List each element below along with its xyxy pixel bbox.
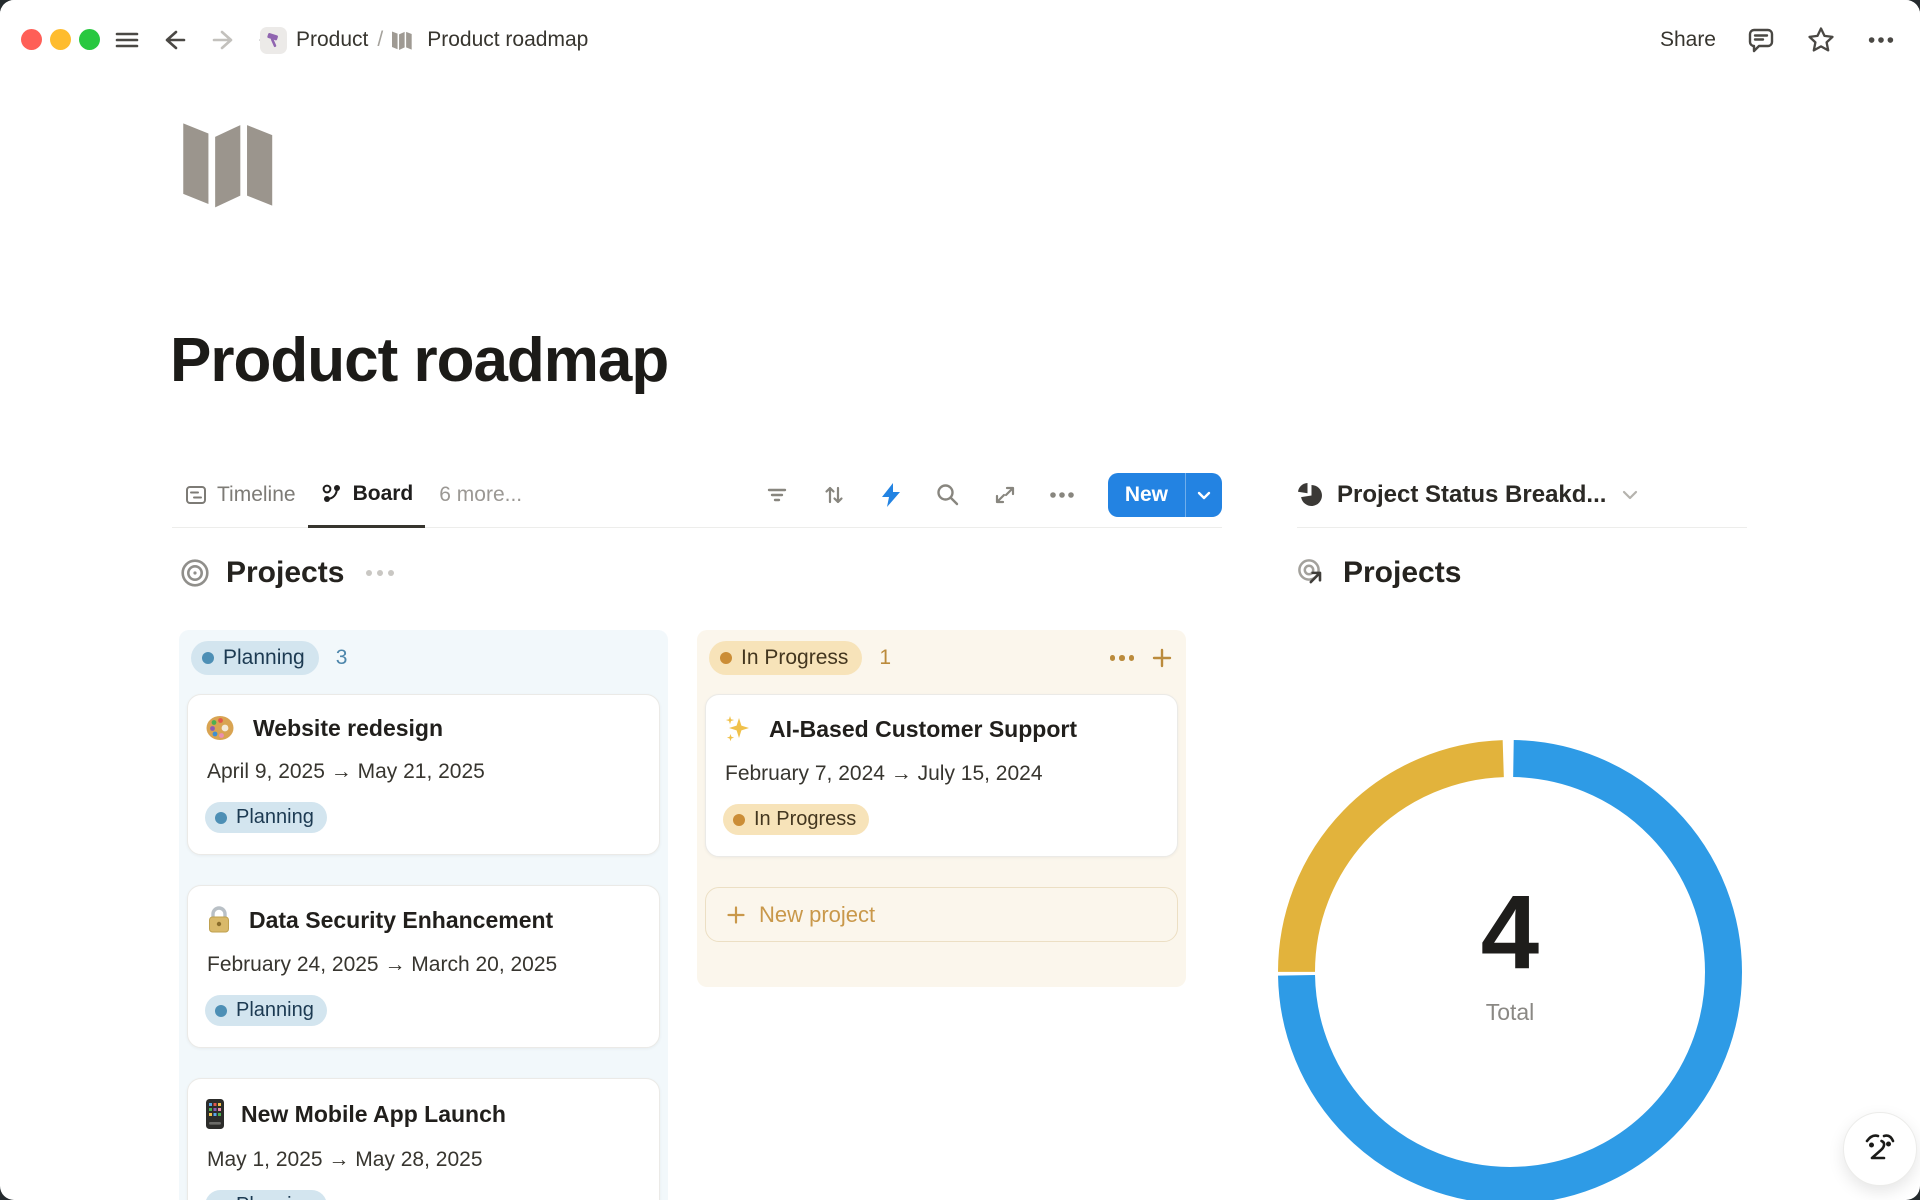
target-arrow-icon [1297, 558, 1327, 588]
card-status-badge: In Progress [723, 804, 869, 835]
chevron-down-icon[interactable] [1620, 485, 1640, 505]
card-status-badge: Planning [205, 1190, 327, 1200]
card-title: New Mobile App Launch [241, 1101, 506, 1128]
board-db-title[interactable]: Projects [226, 556, 344, 590]
timeline-icon [184, 483, 208, 507]
donut-center: 4 Total [1270, 880, 1750, 1026]
pie-chart-icon [1297, 482, 1323, 508]
search-icon[interactable] [933, 480, 963, 510]
status-badge-planning[interactable]: Planning [191, 641, 319, 675]
board-column-in-progress: In Progress 1 AI-Based Customer Support … [697, 630, 1186, 987]
new-button-dropdown[interactable] [1185, 473, 1222, 517]
close-window-button[interactable] [21, 29, 42, 50]
card-status-badge: Planning [205, 802, 327, 833]
card-title: AI-Based Customer Support [769, 716, 1077, 743]
page-icon-map[interactable] [180, 115, 304, 209]
status-dot [720, 652, 732, 664]
plus-icon [726, 905, 746, 925]
column-add-icon[interactable] [1150, 646, 1174, 670]
card-dates: May 1, 2025 → May 28, 2025 [205, 1148, 642, 1172]
zoom-window-button[interactable] [79, 29, 100, 50]
back-arrow-icon[interactable] [160, 25, 190, 55]
board-column-planning: Planning 3 Website redesign April 9, 202… [179, 630, 668, 1200]
share-button[interactable]: Share [1660, 28, 1716, 52]
card-title: Data Security Enhancement [249, 907, 553, 934]
sort-icon[interactable] [819, 480, 849, 510]
palette-icon [205, 714, 237, 742]
project-card-data-security[interactable]: Data Security Enhancement February 24, 2… [187, 885, 660, 1048]
page-title: Product roadmap [170, 325, 668, 396]
chart-block-header[interactable]: Project Status Breakd... [1297, 462, 1747, 528]
minimize-window-button[interactable] [50, 29, 71, 50]
donut-total-value: 4 [1270, 880, 1750, 985]
breadcrumb-separator: / [377, 28, 383, 52]
breadcrumb: Product / Product roadmap [260, 0, 588, 80]
favorite-star-icon[interactable] [1806, 25, 1836, 55]
hammer-icon [265, 32, 282, 49]
more-options-icon[interactable] [1866, 25, 1896, 55]
sidebar-menu-icon[interactable] [112, 25, 142, 55]
project-card-ai-support[interactable]: AI-Based Customer Support February 7, 20… [705, 694, 1178, 857]
target-icon [180, 558, 210, 588]
card-status-badge: Planning [205, 995, 327, 1026]
donut-total-label: Total [1270, 999, 1750, 1026]
card-dates: February 24, 2025 → March 20, 2025 [205, 953, 642, 977]
lock-icon [205, 905, 233, 935]
view-options-icon[interactable] [1047, 480, 1077, 510]
notion-ai-button[interactable] [1843, 1112, 1917, 1186]
board-icon [320, 482, 344, 506]
chart-block-title: Project Status Breakd... [1337, 481, 1606, 509]
card-dates: February 7, 2024 → July 15, 2024 [723, 762, 1160, 786]
column-count: 3 [336, 646, 348, 670]
chevron-down-icon [1196, 487, 1212, 503]
column-more-icon[interactable] [1110, 655, 1135, 661]
breadcrumb-teamspace[interactable]: Product [296, 28, 368, 52]
teamspace-icon[interactable] [260, 27, 287, 54]
tab-board[interactable]: Board [308, 462, 426, 528]
sparkles-icon [723, 714, 753, 744]
notion-window: Product / Product roadmap Share [0, 0, 1920, 1200]
board-section-header: Projects [180, 556, 394, 590]
automations-lightning-icon[interactable] [876, 480, 906, 510]
face-icon [1859, 1128, 1901, 1170]
project-card-mobile-app[interactable]: New Mobile App Launch May 1, 2025 → May … [187, 1078, 660, 1200]
chart-source-title[interactable]: Projects [1343, 556, 1461, 590]
chart-source-header: Projects [1297, 556, 1461, 590]
comments-icon[interactable] [1746, 25, 1776, 55]
filter-icon[interactable] [762, 480, 792, 510]
new-record-button[interactable]: New [1108, 473, 1222, 517]
project-card-website-redesign[interactable]: Website redesign April 9, 2025 → May 21,… [187, 694, 660, 855]
map-icon [392, 28, 418, 52]
column-count: 1 [879, 646, 891, 670]
board-view: Planning 3 Website redesign April 9, 202… [179, 630, 1186, 1200]
breadcrumb-page[interactable]: Product roadmap [427, 28, 588, 52]
mobile-phone-icon [205, 1098, 225, 1130]
view-tab-bar: Timeline Board 6 more... [172, 462, 1222, 528]
tab-timeline[interactable]: Timeline [172, 462, 308, 528]
status-dot [202, 652, 214, 664]
window-controls [21, 29, 100, 50]
expand-icon[interactable] [990, 480, 1020, 510]
section-more-icon[interactable] [366, 570, 394, 576]
forward-arrow-icon[interactable] [208, 25, 238, 55]
titlebar: Product / Product roadmap Share [0, 0, 1920, 80]
status-badge-in-progress[interactable]: In Progress [709, 641, 862, 675]
card-dates: April 9, 2025 → May 21, 2025 [205, 760, 642, 784]
more-views-button[interactable]: 6 more... [425, 483, 536, 507]
card-title: Website redesign [253, 715, 443, 742]
new-project-button[interactable]: New project [705, 887, 1178, 942]
